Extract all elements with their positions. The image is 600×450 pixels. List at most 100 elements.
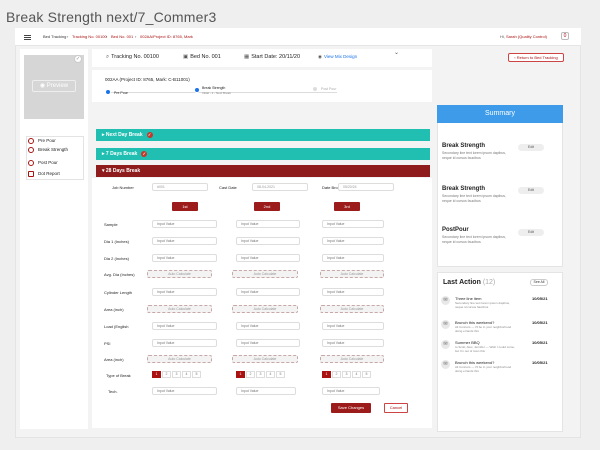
message-icon: ✉ xyxy=(441,296,450,305)
summary-edit-button[interactable]: Edit xyxy=(518,229,544,236)
summary-edit-button[interactable]: Edit xyxy=(518,187,544,194)
auto-calculate-field: Auto Calculate xyxy=(320,355,384,363)
step-dot-post-pour[interactable] xyxy=(312,86,318,92)
break-type-option[interactable]: 2 xyxy=(246,371,255,378)
edit-thumbnail-icon[interactable]: ✓ xyxy=(74,55,82,63)
accordion-7-days-break[interactable]: ▸ 7 Days Break ✓ xyxy=(96,148,430,160)
auto-calculate-field: Auto Calculate xyxy=(232,270,298,278)
row-label: Area (inch) xyxy=(104,357,124,362)
break-type-option[interactable]: 1 xyxy=(152,371,161,378)
break-type-option[interactable]: 4 xyxy=(352,371,361,378)
cast-date-input[interactable] xyxy=(252,183,308,191)
value-input[interactable] xyxy=(236,339,300,347)
accordion-label: 7 Days Break xyxy=(105,151,138,157)
value-input[interactable] xyxy=(152,254,217,262)
breadcrumb-bed[interactable]: Bed No. 001 xyxy=(111,34,133,39)
cancel-button[interactable]: Cancel xyxy=(384,403,408,413)
value-input[interactable] xyxy=(322,339,384,347)
page-title: Break Strength next/7_Commer3 xyxy=(6,9,217,25)
value-input[interactable] xyxy=(236,254,300,262)
job-number-input[interactable] xyxy=(152,183,208,191)
type-of-break-label: Type of Break xyxy=(106,373,131,378)
value-input[interactable] xyxy=(322,322,384,330)
accordion-28-days-break[interactable]: ▾ 28 Days Break xyxy=(96,165,430,177)
user-prefix: Hi, xyxy=(500,34,505,39)
step-label-break-strength: Break Strength xyxy=(202,86,226,90)
breadcrumb-sep: › xyxy=(106,34,108,39)
tracking-label: Tracking No. 00100 xyxy=(111,54,159,60)
value-input[interactable] xyxy=(322,288,384,296)
break-type-option[interactable]: 5 xyxy=(192,371,201,378)
chevron-down-icon[interactable]: ⌄ xyxy=(394,49,399,56)
sidebar-item-post-pour[interactable]: Post Pour xyxy=(28,158,88,168)
message-icon: ✉ xyxy=(441,360,450,369)
auto-calculate-field: Auto Calculate xyxy=(232,355,298,363)
value-input[interactable] xyxy=(236,220,300,228)
row-label: Cylinder Length xyxy=(104,290,133,295)
preview-button[interactable]: ◉ Preview xyxy=(32,80,76,92)
breadcrumb-sep: › xyxy=(135,34,137,39)
breadcrumb-bed-tracking[interactable]: Bed Tracking xyxy=(43,34,66,39)
summary-item-title: PostPour xyxy=(442,227,469,233)
value-input[interactable] xyxy=(322,220,384,228)
preview-label: Preview xyxy=(46,83,69,89)
sidebar-item-dot-report[interactable]: Dot Report xyxy=(28,169,88,179)
break-type-option[interactable]: 3 xyxy=(342,371,351,378)
arrow-left-icon: ‹ xyxy=(514,55,516,60)
tech-input-1[interactable] xyxy=(152,387,217,395)
action-date: 10/05/21 xyxy=(532,320,548,325)
breadcrumb-tracking[interactable]: Tracking No. 00100 xyxy=(72,34,107,39)
value-input[interactable] xyxy=(152,288,217,296)
value-input[interactable] xyxy=(236,322,300,330)
value-input[interactable] xyxy=(152,220,217,228)
break-type-option[interactable]: 5 xyxy=(276,371,285,378)
value-input[interactable] xyxy=(152,322,217,330)
tracking-number: ⌕ Tracking No. 00100 xyxy=(106,54,159,61)
sidebar-item-label: Dot Report xyxy=(38,171,60,176)
eye-icon: ◉ xyxy=(39,83,46,89)
step-sub-break-strength: Initial - 1 - Next Break xyxy=(202,91,231,95)
break-type-option[interactable]: 1 xyxy=(236,371,245,378)
menu-icon[interactable] xyxy=(24,35,31,40)
date-broke-input[interactable] xyxy=(338,183,394,191)
column-header-3: 3rd xyxy=(334,202,360,211)
summary-item-title: Break Strength xyxy=(442,186,486,192)
notification-bell-icon[interactable]: 0 xyxy=(561,32,569,40)
step-dot-break-strength[interactable] xyxy=(194,87,200,93)
column-header-2: 2nd xyxy=(254,202,280,211)
sidebar-item-break-strength[interactable]: Break Strength xyxy=(28,145,88,155)
breadcrumb-project[interactable]: 002AA/Project ID: 8765, Mark xyxy=(140,34,193,39)
break-strength-icon xyxy=(28,146,34,153)
value-input[interactable] xyxy=(236,288,300,296)
summary-item-title: Break Strength xyxy=(442,143,486,149)
project-info-card xyxy=(92,70,432,102)
action-desc: Secondary line text lorem ipsum dapibus,… xyxy=(455,301,510,309)
see-all-button[interactable]: See All xyxy=(530,279,548,286)
action-desc: Ali Connors — I'll be in your neighborho… xyxy=(455,325,512,333)
bed-icon: ▣ xyxy=(183,54,189,60)
value-input[interactable] xyxy=(322,237,384,245)
break-type-option[interactable]: 1 xyxy=(322,371,331,378)
eye-icon: ◉ xyxy=(318,54,322,59)
break-type-option[interactable]: 2 xyxy=(162,371,171,378)
break-type-option[interactable]: 4 xyxy=(266,371,275,378)
break-type-option[interactable]: 3 xyxy=(172,371,181,378)
tech-input-2[interactable] xyxy=(236,387,296,395)
user-greeting[interactable]: Hi, Sarah (Quality Control) xyxy=(500,34,547,39)
action-date: 10/05/21 xyxy=(532,296,548,301)
save-changes-button[interactable]: Save Changes xyxy=(331,403,371,413)
tech-input-3[interactable] xyxy=(322,387,380,395)
view-mix-design-link[interactable]: ◉ View Mix Design xyxy=(318,54,357,60)
return-to-bed-tracking-button[interactable]: ‹ Return to Bed Tracking xyxy=(508,53,564,62)
break-type-option[interactable]: 5 xyxy=(362,371,371,378)
value-input[interactable] xyxy=(152,339,217,347)
value-input[interactable] xyxy=(322,254,384,262)
value-input[interactable] xyxy=(152,237,217,245)
break-type-option[interactable]: 2 xyxy=(332,371,341,378)
break-type-option[interactable]: 4 xyxy=(182,371,191,378)
value-input[interactable] xyxy=(236,237,300,245)
accordion-next-day-break[interactable]: ▸ Next Day Break ✓ xyxy=(96,129,430,141)
summary-edit-button[interactable]: Edit xyxy=(518,144,544,151)
break-type-option[interactable]: 3 xyxy=(256,371,265,378)
step-dot-pre-pour[interactable] xyxy=(105,89,111,95)
